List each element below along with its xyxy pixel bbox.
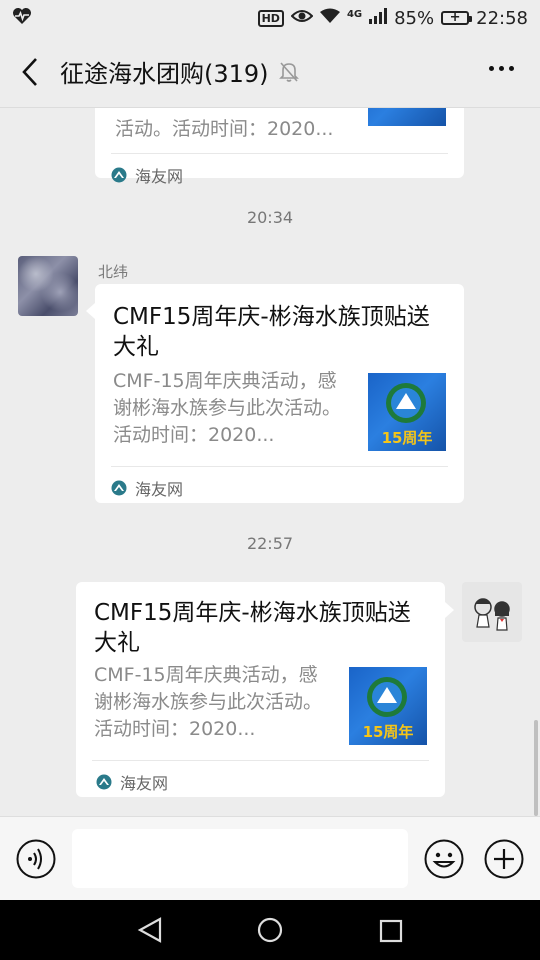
system-nav-bar [0,900,540,960]
nav-recent-apps-icon[interactable] [378,918,404,948]
signal-icon [369,7,388,29]
heartbeat-icon [12,7,32,30]
chat-header: 征途海水团购(319) [0,36,540,108]
battery-charging-icon: + [441,10,473,25]
haiyou-logo-icon [111,167,127,183]
status-bar: HD 4G 85% + 22:58 [0,0,540,36]
svg-text:15周年: 15周年 [382,429,433,447]
link-card[interactable]: CMF15周年庆-彬海水族顶贴送大礼 CMF-15周年庆典活动，感谢彬海水族参与… [76,582,445,797]
message-timestamp: 22:57 [246,534,294,553]
card-source: 海友网 [111,163,183,187]
voice-input-button[interactable] [16,839,56,879]
haiyou-logo-icon [111,480,127,496]
haiyou-logo-icon [96,774,112,790]
message-timestamp: 20:34 [246,208,294,227]
input-bar [0,816,540,900]
card-source: 海友网 [96,770,168,794]
card-source-label: 海友网 [120,774,169,793]
card-thumbnail: 15周年 [368,373,446,451]
card-thumbnail [368,108,446,126]
card-source-label: 海友网 [135,167,184,186]
back-arrow-icon[interactable] [0,36,60,108]
nav-back-icon[interactable] [136,916,164,948]
scrollbar[interactable] [534,720,538,816]
chat-title: 征途海水团购(319) [60,60,269,88]
message-input[interactable] [72,829,408,888]
battery-percent: 85% [394,7,435,29]
clock: 22:58 [476,7,528,29]
chat-messages[interactable]: 活动。活动时间：2020... 海友网 20:34 北纬 CMF15周年庆-彬海… [0,108,540,816]
card-thumbnail: 15周年 [349,667,427,745]
hd-badge: HD [257,9,284,27]
network-type: 4G [346,8,363,20]
sender-name: 北纬 [98,263,129,281]
card-source: 海友网 [111,476,183,500]
svg-text:15周年: 15周年 [363,723,414,741]
link-card[interactable]: CMF15周年庆-彬海水族顶贴送大礼 CMF-15周年庆典活动，感谢彬海水族参与… [95,284,464,503]
card-description: CMF-15周年庆典活动，感谢彬海水族参与此次活动。活动时间：2020... [94,664,323,740]
card-title: CMF15周年庆-彬海水族顶贴送大礼 [94,600,411,656]
wifi-icon [319,8,340,29]
link-card[interactable]: 活动。活动时间：2020... 海友网 [95,108,464,186]
card-title: CMF15周年庆-彬海水族顶贴送大礼 [113,304,430,360]
nav-home-icon[interactable] [256,916,284,948]
emoji-button[interactable] [424,839,464,879]
muted-bell-icon [278,61,299,83]
more-options-icon[interactable] [489,66,514,71]
eye-icon [290,8,314,29]
more-functions-button[interactable] [484,839,524,879]
avatar[interactable] [18,256,78,316]
card-description: CMF-15周年庆典活动，感谢彬海水族参与此次活动。活动时间：2020... [113,370,342,446]
card-source-label: 海友网 [135,480,184,499]
card-description: 活动。活动时间：2020... [115,118,334,140]
avatar[interactable] [462,582,522,642]
